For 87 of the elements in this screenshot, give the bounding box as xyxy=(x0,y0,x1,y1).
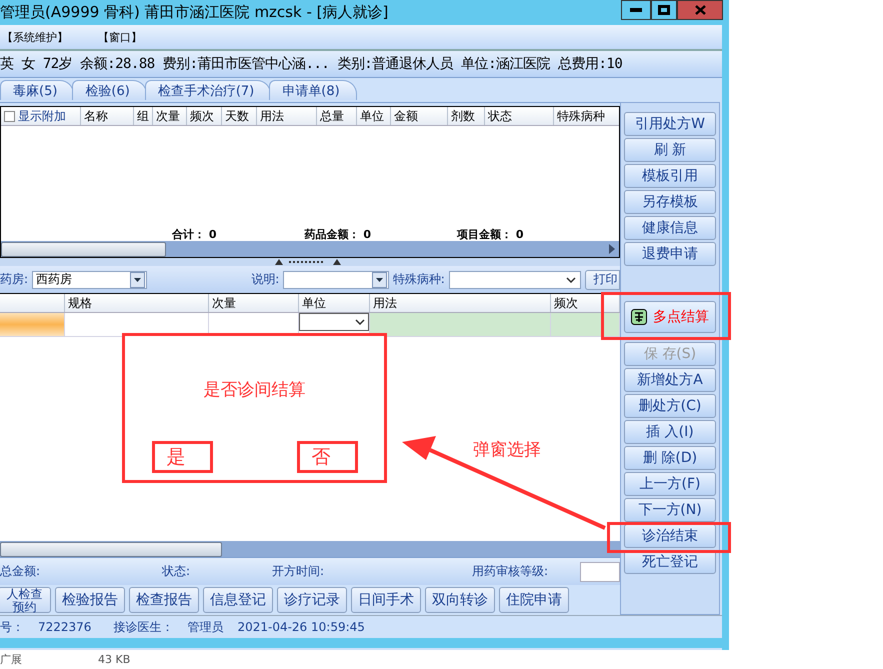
minimize-button[interactable] xyxy=(621,0,651,20)
side-button[interactable]: 刷 新 xyxy=(624,138,716,162)
menu-item[interactable]: 【系统维护】 xyxy=(2,30,68,44)
total-text: 项目金额： 0 xyxy=(457,226,524,242)
side-button[interactable]: 引用处方W xyxy=(624,112,716,136)
side-button[interactable]: 删 除(D) xyxy=(624,446,716,470)
note-label: 说明: xyxy=(251,271,280,288)
side-button[interactable]: 新增处方A xyxy=(624,368,716,392)
side-button[interactable]: 诊治结束 xyxy=(624,524,716,548)
column-header: 剂数 xyxy=(448,107,485,125)
close-button[interactable] xyxy=(677,0,723,20)
print-button[interactable]: 打印 xyxy=(584,270,620,290)
minimize-icon xyxy=(630,8,642,12)
status-label: 开方时间: xyxy=(272,563,326,580)
special-disease-select[interactable] xyxy=(448,270,581,288)
yes-button[interactable]: 是 xyxy=(152,441,212,473)
side-button[interactable]: 下一方(N) xyxy=(624,498,716,522)
column-header: 组 xyxy=(134,107,153,125)
toolbar-button[interactable]: 人检查预约 xyxy=(0,587,51,613)
tab[interactable]: 申请单(8) xyxy=(269,80,357,100)
column-header: 次量 xyxy=(209,294,299,312)
toolbar-button[interactable]: 双向转诊 xyxy=(425,587,495,613)
registration-label: 号： xyxy=(0,618,24,636)
doctor-name: 管理员 xyxy=(187,618,224,636)
toolbar-button[interactable]: 检验报告 xyxy=(55,587,125,613)
column-header: 用法 xyxy=(370,294,551,312)
total-text: 合计： 0 xyxy=(172,226,216,242)
audit-level-field[interactable] xyxy=(580,562,620,582)
column-header: 规格 xyxy=(65,294,209,312)
side-button[interactable]: 模板引用 xyxy=(624,164,716,188)
column-header: 总量 xyxy=(317,107,357,125)
maximize-icon xyxy=(658,5,670,15)
tab[interactable]: 检验(6) xyxy=(72,80,147,100)
column-header: 频次 xyxy=(187,107,222,125)
toolbar-button[interactable]: 住院申请 xyxy=(499,587,569,613)
side-button[interactable]: 插 入(I) xyxy=(624,420,716,444)
side-button[interactable]: 退费申请 xyxy=(624,242,716,266)
dialog-message: 是否诊间结算 xyxy=(204,379,306,401)
menu-item[interactable]: 【窗口】 xyxy=(98,30,142,44)
callout-text: 弹窗选择 xyxy=(473,439,541,461)
checkbox-label: 显示附加 xyxy=(18,108,66,124)
column-header: 天数 xyxy=(222,107,257,125)
unit-select[interactable] xyxy=(299,313,369,331)
column-header: 单位 xyxy=(299,294,370,312)
chevron-down-icon xyxy=(566,276,576,282)
column-header: 金额 xyxy=(391,107,448,125)
horizontal-scrollbar[interactable] xyxy=(1,241,619,257)
window-title: 管理员(A9999 骨科) 莆田市涵江医院 mzcsk - [病人就诊] xyxy=(0,3,388,22)
pharmacy-select[interactable]: 西药房 xyxy=(32,270,148,288)
tab[interactable]: 检查手术治疗(7) xyxy=(144,80,272,100)
column-header: 状态 xyxy=(485,107,554,125)
horizontal-scrollbar[interactable] xyxy=(0,541,620,557)
patient-info: 英 女 72岁 余额:28.88 费别:莆田市医管中心涵... 类别:普通退休人员 单位:涵江医院 总费用:10 xyxy=(0,55,622,73)
side-button[interactable]: 健康信息 xyxy=(624,216,716,240)
maximize-button[interactable] xyxy=(651,0,677,20)
status-label: 总金额: xyxy=(0,563,42,580)
toolbar-button[interactable]: 诊疗记录 xyxy=(277,587,347,613)
side-button[interactable]: 删处方(C) xyxy=(624,394,716,418)
scroll-right-icon[interactable] xyxy=(608,244,616,254)
toolbar-button[interactable]: 检查报告 xyxy=(129,587,199,613)
column-header: 用法 xyxy=(257,107,317,125)
toolbar-button[interactable]: 信息登记 xyxy=(203,587,273,613)
column-header: 名称 xyxy=(81,107,134,125)
toolbar-button[interactable]: 日间手术 xyxy=(351,587,421,613)
timestamp: 2021-04-26 10:59:45 xyxy=(237,620,365,634)
special-disease-label: 特殊病种: xyxy=(392,271,445,288)
side-button[interactable]: 上一方(F) xyxy=(624,472,716,496)
chevron-down-icon xyxy=(355,319,365,325)
column-header: 次量 xyxy=(153,107,187,125)
file-size: 43 KB xyxy=(98,653,132,666)
column-header: 单位 xyxy=(357,107,391,125)
status-label: 用药审核等级: xyxy=(472,563,550,580)
note-select[interactable] xyxy=(283,270,389,288)
file-name: 广展 xyxy=(0,652,23,667)
total-text: 药品金额： 0 xyxy=(304,226,371,242)
checkbox[interactable] xyxy=(4,110,15,122)
pharmacy-label: 药房: xyxy=(0,271,28,288)
calculator-icon xyxy=(631,309,647,325)
close-icon xyxy=(694,5,706,15)
status-label: 状态: xyxy=(162,563,192,580)
no-button[interactable]: 否 xyxy=(296,441,358,473)
registration-number: 7222376 xyxy=(38,620,92,634)
tab[interactable]: 毒麻(5) xyxy=(0,80,74,100)
dropdown-icon xyxy=(134,278,142,282)
dropdown-icon xyxy=(376,278,383,282)
doctor-label: 接诊医生： xyxy=(113,618,174,636)
side-button[interactable]: 另存模板 xyxy=(624,190,716,214)
